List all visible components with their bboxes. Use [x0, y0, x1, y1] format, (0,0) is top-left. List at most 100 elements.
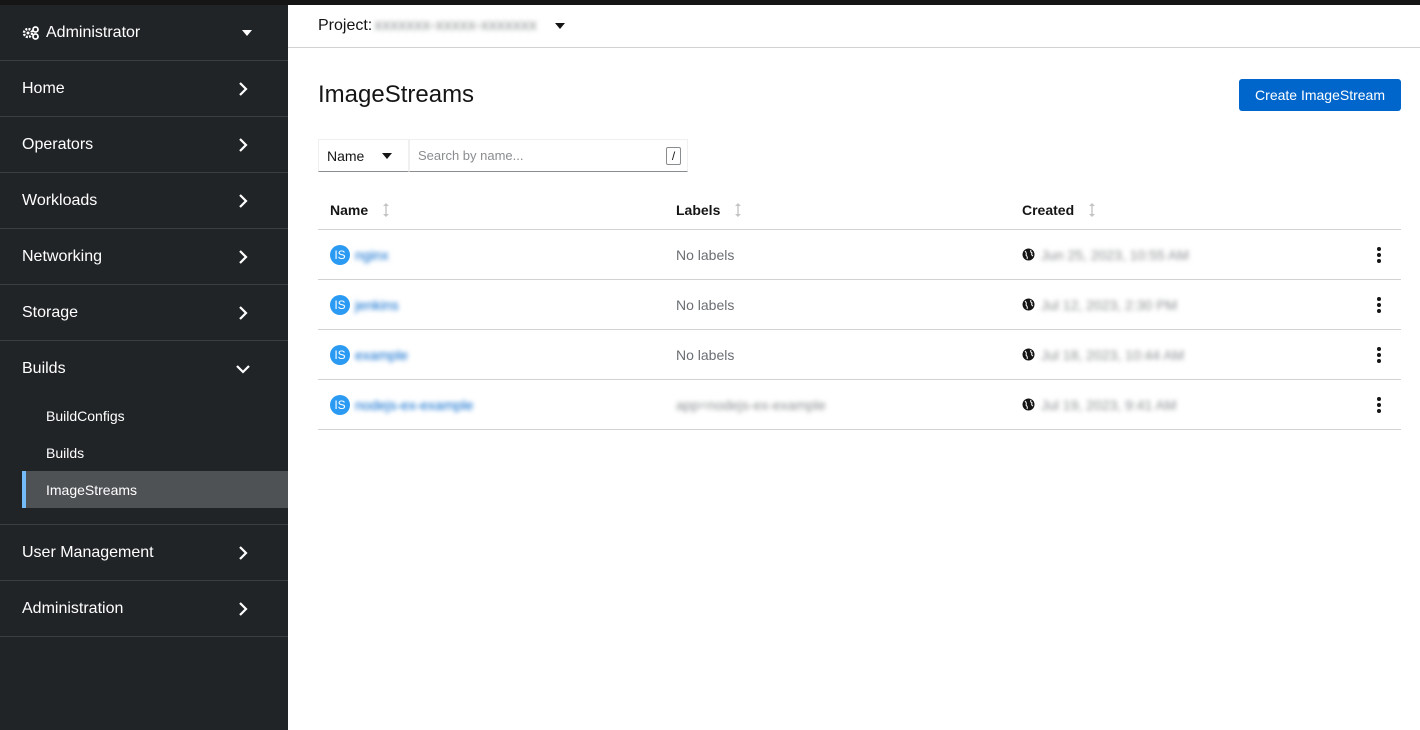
- name-cell: IS jenkins: [318, 294, 664, 315]
- nav-label: Builds: [22, 360, 66, 377]
- imagestream-link[interactable]: nodejs-ex-example: [355, 397, 473, 413]
- column-label: Labels: [676, 201, 721, 218]
- kebab-icon: [1376, 396, 1381, 413]
- nav-label: Operators: [22, 135, 94, 153]
- created-cell: Jul 19, 2023, 9:41 AM: [1010, 397, 1356, 413]
- created-timestamp: Jul 18, 2023, 10:44 AM: [1041, 346, 1185, 363]
- row-actions[interactable]: [1356, 346, 1401, 363]
- chevron-right-icon: [234, 600, 252, 618]
- created-timestamp: Jul 12, 2023, 2:30 PM: [1041, 296, 1178, 313]
- sort-icon: [734, 202, 742, 218]
- nav-item-networking[interactable]: Networking: [0, 229, 288, 285]
- kebab-icon: [1376, 296, 1381, 313]
- created-timestamp: Jun 25, 2023, 10:55 AM: [1041, 246, 1189, 263]
- caret-down-icon: [554, 23, 565, 29]
- row-actions[interactable]: [1356, 396, 1401, 413]
- perspective-label: Administrator: [46, 23, 141, 41]
- chevron-right-icon: [234, 136, 252, 154]
- row-actions[interactable]: [1356, 246, 1401, 263]
- chevron-right-icon: [234, 544, 252, 562]
- imagestream-badge: IS: [330, 394, 350, 415]
- nav-item-operators[interactable]: Operators: [0, 117, 288, 173]
- chevron-down-icon: [234, 360, 252, 378]
- project-label: Project:: [318, 17, 373, 34]
- cogs-icon: [22, 25, 40, 40]
- imagestream-badge: IS: [330, 244, 350, 265]
- project-name: xxxxxxx-xxxxx-xxxxxxx: [374, 17, 537, 34]
- globe-icon: [1022, 298, 1035, 311]
- column-header-name[interactable]: Name: [318, 202, 664, 218]
- nav-item-builds[interactable]: Builds: [0, 341, 288, 397]
- page-title: ImageStreams: [318, 81, 475, 108]
- page-heading-row: ImageStreams Create ImageStream: [318, 78, 1401, 112]
- nav-label: Storage: [22, 303, 79, 321]
- nav-item-administration[interactable]: Administration: [0, 581, 288, 637]
- nav-item-home[interactable]: Home: [0, 61, 288, 117]
- main-content: Project: xxxxxxx-xxxxx-xxxxxxx ImageStre…: [288, 5, 1420, 730]
- nav-label: Workloads: [22, 191, 98, 209]
- search-input[interactable]: [418, 148, 658, 163]
- nav-item-workloads[interactable]: Workloads: [0, 173, 288, 229]
- column-label: Created: [1022, 201, 1075, 218]
- labels-cell: No labels: [676, 346, 735, 363]
- filter-type-select[interactable]: Name: [318, 139, 409, 172]
- nav-label: Networking: [22, 247, 103, 265]
- table-row: IS example No labels Jul 18, 2023, 10:44…: [318, 330, 1401, 380]
- table-row: IS nodejs-ex-example app=nodejs-ex-examp…: [318, 380, 1401, 430]
- imagestream-link[interactable]: nginx: [355, 247, 388, 263]
- name-cell: IS nodejs-ex-example: [318, 394, 664, 415]
- caret-down-icon: [382, 152, 392, 159]
- imagestream-badge: IS: [330, 294, 350, 315]
- labels-cell: No labels: [676, 246, 735, 263]
- imagestream-link[interactable]: example: [355, 347, 408, 363]
- kebab-icon: [1376, 246, 1381, 263]
- kebab-icon: [1376, 346, 1381, 363]
- table-row: IS nginx No labels Jun 25, 2023, 10:55 A…: [318, 230, 1401, 280]
- sort-icon: [1088, 202, 1096, 218]
- created-cell: Jul 18, 2023, 10:44 AM: [1010, 347, 1356, 363]
- table-row: IS jenkins No labels Jul 12, 2023, 2:30 …: [318, 280, 1401, 330]
- nav-item-storage[interactable]: Storage: [0, 285, 288, 341]
- keyboard-shortcut-hint: /: [666, 147, 681, 165]
- created-cell: Jul 12, 2023, 2:30 PM: [1010, 297, 1356, 313]
- imagestream-link[interactable]: jenkins: [355, 297, 399, 313]
- name-cell: IS nginx: [318, 244, 664, 265]
- imagestreams-table: Name Labels Created IS nginx No labels J…: [318, 190, 1401, 430]
- chevron-right-icon: [234, 248, 252, 266]
- globe-icon: [1022, 248, 1035, 261]
- nav-item-user-management[interactable]: User Management: [0, 525, 288, 581]
- nav-label: Administration: [22, 599, 124, 617]
- column-header-labels[interactable]: Labels: [664, 202, 1010, 218]
- create-imagestream-button[interactable]: Create ImageStream: [1239, 79, 1401, 111]
- sort-icon: [382, 202, 390, 218]
- labels-cell[interactable]: app=nodejs-ex-example: [664, 397, 1010, 413]
- sidebar-item-imagestreams[interactable]: ImageStreams: [22, 471, 288, 508]
- column-label: Name: [330, 201, 369, 218]
- builds-submenu: BuildConfigs Builds ImageStreams: [0, 397, 288, 524]
- created-timestamp: Jul 19, 2023, 9:41 AM: [1041, 396, 1177, 413]
- filter-type-value: Name: [327, 147, 365, 164]
- labels-cell: No labels: [676, 296, 735, 313]
- nav-group-builds: Builds BuildConfigs Builds ImageStreams: [0, 341, 288, 525]
- sidebar: Administrator Home Operators Workloads N…: [0, 5, 288, 730]
- globe-icon: [1022, 398, 1035, 411]
- name-cell: IS example: [318, 344, 664, 365]
- imagestream-badge: IS: [330, 344, 350, 365]
- nav-label: Home: [22, 79, 65, 97]
- sidebar-item-builds[interactable]: Builds: [0, 434, 288, 471]
- created-cell: Jun 25, 2023, 10:55 AM: [1010, 247, 1356, 263]
- caret-down-icon: [242, 29, 252, 36]
- sidebar-item-buildconfigs[interactable]: BuildConfigs: [0, 397, 288, 434]
- search-field: /: [409, 139, 688, 172]
- column-header-created[interactable]: Created: [1010, 202, 1356, 218]
- chevron-right-icon: [234, 80, 252, 98]
- nav-label: User Management: [22, 543, 154, 561]
- table-header: Name Labels Created: [318, 190, 1401, 230]
- chevron-right-icon: [234, 304, 252, 322]
- filter-toolbar: Name /: [318, 139, 688, 172]
- chevron-right-icon: [234, 192, 252, 210]
- perspective-switcher[interactable]: Administrator: [0, 5, 288, 61]
- row-actions[interactable]: [1356, 296, 1401, 313]
- globe-icon: [1022, 348, 1035, 361]
- project-selector[interactable]: Project: xxxxxxx-xxxxx-xxxxxxx: [288, 5, 1420, 48]
